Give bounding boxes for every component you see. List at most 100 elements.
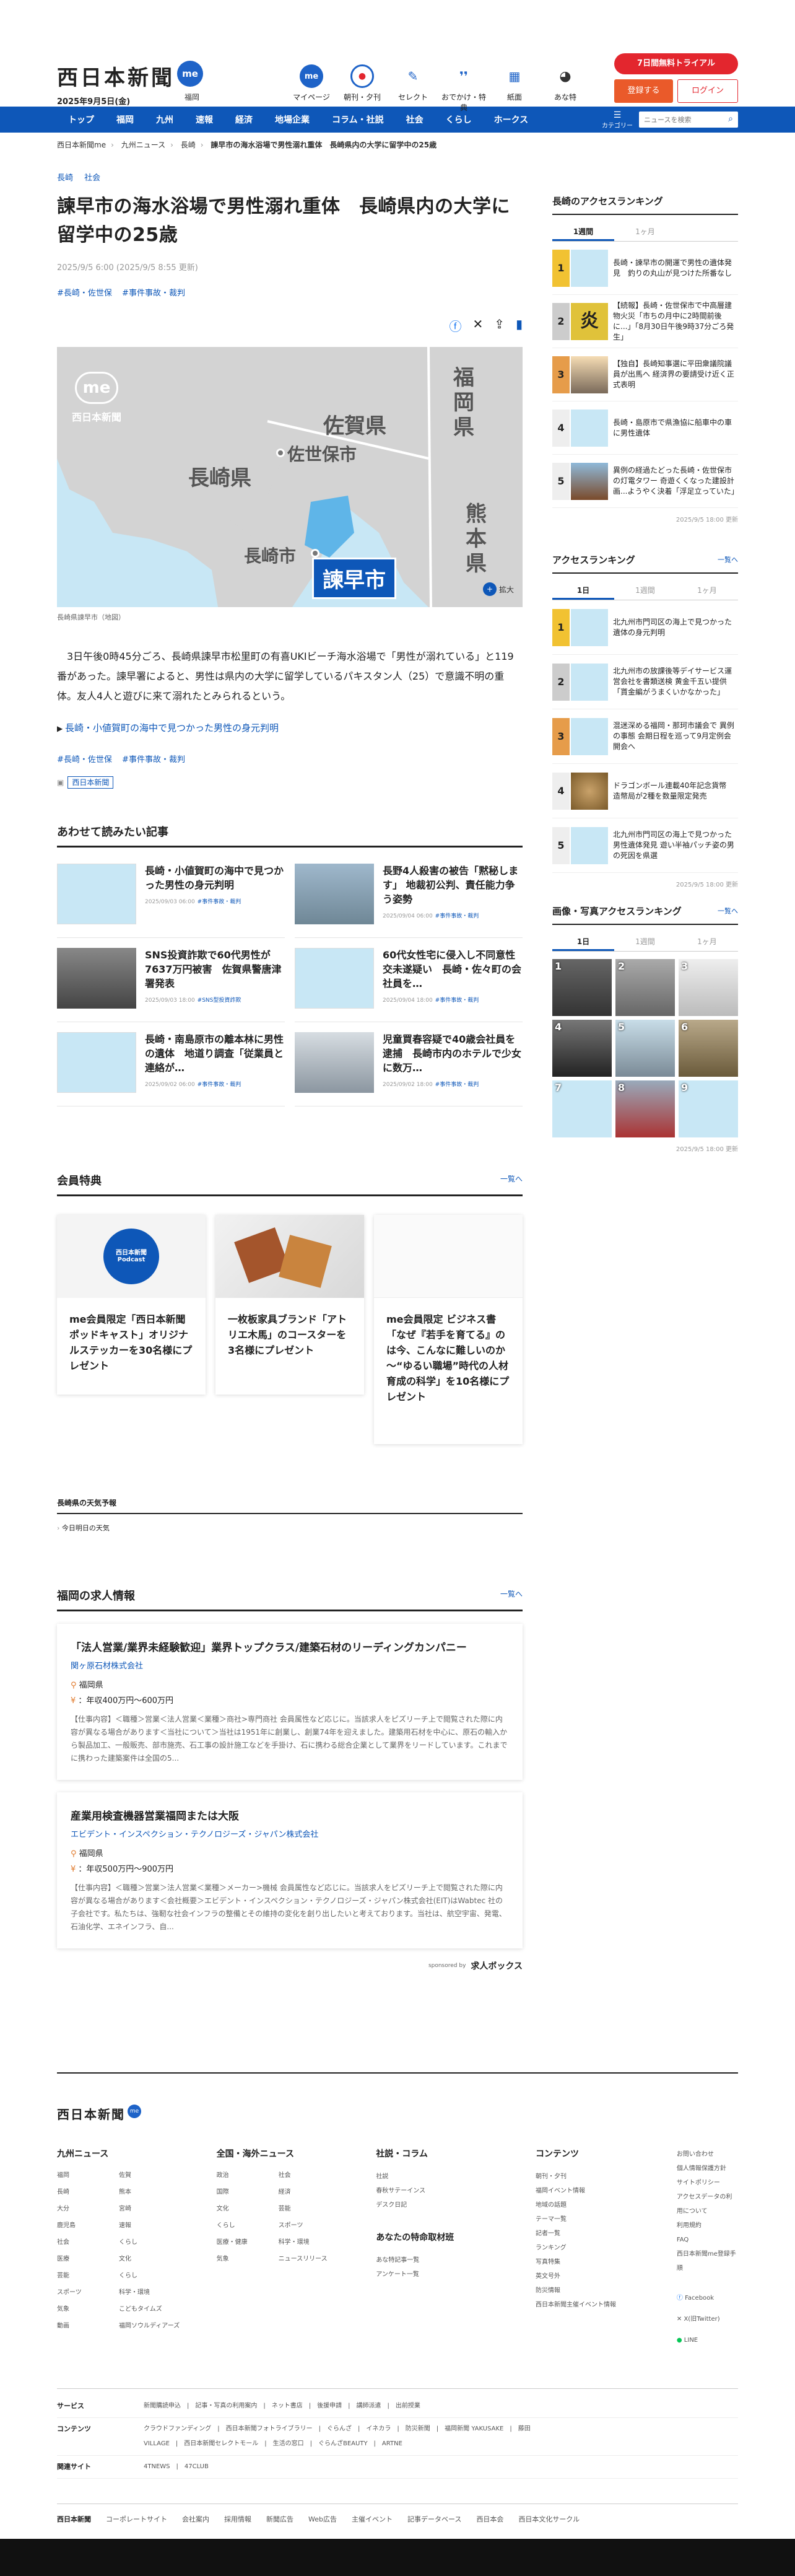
- photo-item[interactable]: 7: [552, 1080, 612, 1137]
- footer-link[interactable]: 医療: [57, 2253, 119, 2263]
- facebook-icon[interactable]: ⓕ: [449, 317, 461, 335]
- tag-link[interactable]: #長崎・佐世保: [57, 289, 112, 298]
- ranking-item[interactable]: 5 異例の経過たどった長崎・佐世保市の灯電タワー 奇遊くくなった建設計画...よう…: [552, 455, 739, 508]
- footer-link[interactable]: 佐賀: [119, 2170, 181, 2179]
- footer-link[interactable]: 宮崎: [119, 2203, 181, 2212]
- footer-link[interactable]: 写真特集: [536, 2255, 677, 2269]
- footer-link[interactable]: 文化: [119, 2253, 181, 2263]
- footer-link[interactable]: 英文号外: [536, 2269, 677, 2284]
- footer-link[interactable]: デスク日記: [376, 2198, 536, 2212]
- footer-bottom-link[interactable]: Web広告: [308, 2514, 337, 2524]
- breadcrumb-item[interactable]: 九州ニュース: [121, 141, 165, 149]
- job-card[interactable]: 「法人営業/業界未経験歓迎」業界トップクラス/建築石材のリーディングカンパニー …: [57, 1624, 523, 1780]
- footer-link[interactable]: 速報: [119, 2220, 181, 2229]
- footer-bottom-logo[interactable]: 西日本新聞: [57, 2514, 91, 2524]
- footer-link[interactable]: くらし: [217, 2220, 279, 2229]
- x-link[interactable]: ✕ X(旧Twitter): [677, 2309, 738, 2330]
- service-row-links[interactable]: 新聞購読申込 | 記事・写真の利用案内 | ネット書店 | 後援申請 | 講師派…: [144, 2399, 453, 2414]
- footer-bottom-link[interactable]: 記事データベース: [407, 2514, 461, 2524]
- footer-link[interactable]: 動画: [57, 2320, 119, 2329]
- nav-item-kyushu[interactable]: 九州: [145, 113, 185, 126]
- benefits-more-link[interactable]: 一覧へ: [500, 1173, 523, 1184]
- footer-link[interactable]: 科学・環境: [279, 2236, 341, 2246]
- footer-link[interactable]: 気象: [57, 2303, 119, 2313]
- footer-link[interactable]: 福岡イベント情報: [536, 2184, 677, 2198]
- footer-link[interactable]: テーマ一覧: [536, 2212, 677, 2227]
- breadcrumb-item[interactable]: 西日本新聞me: [57, 141, 106, 149]
- tab-1month[interactable]: 1ヶ月: [614, 222, 676, 241]
- bottom-banner[interactable]: [0, 2539, 795, 2576]
- footer-link[interactable]: 医療・健康: [217, 2236, 279, 2246]
- footer-link[interactable]: アンケート一覧: [376, 2267, 536, 2282]
- footer-link[interactable]: 文化: [217, 2203, 279, 2212]
- ranking-item[interactable]: 4 長崎・島原市で県漁協に船車中の車に男性遺体: [552, 401, 738, 455]
- select-link[interactable]: ✎ セレクト: [388, 64, 438, 113]
- footer-link[interactable]: 国際: [217, 2186, 279, 2196]
- mypage-link[interactable]: me マイページ: [286, 64, 337, 113]
- footer-link[interactable]: 福岡ソウルディアーズ: [119, 2320, 181, 2329]
- ranking-item[interactable]: 3 混迷深める福岡・那珂市議会で 異例の事態 会期日程を巡って9月定例会開会へ: [552, 709, 738, 764]
- search-icon[interactable]: ⌕: [728, 114, 733, 124]
- tab-1week[interactable]: 1週間: [614, 581, 676, 600]
- ranking-item[interactable]: 4 ドラゴンボール連載40年記念貨幣 造幣局が2種を数量限定発売: [552, 764, 738, 818]
- footer-link[interactable]: 熊本: [119, 2186, 181, 2196]
- tag-link[interactable]: #事件事故・裁判: [122, 755, 185, 764]
- jobs-sponsor[interactable]: sponsored by 求人ボックス: [57, 1960, 523, 1972]
- register-button[interactable]: 登録する: [614, 79, 673, 103]
- footer-link[interactable]: 鹿児島: [57, 2220, 119, 2229]
- nav-item-top[interactable]: トップ: [57, 113, 105, 126]
- photo-item[interactable]: 1: [552, 959, 612, 1016]
- footer-link[interactable]: 経済: [279, 2186, 341, 2196]
- footer-bottom-link[interactable]: 会社案内: [182, 2514, 209, 2524]
- footer-link[interactable]: FAQ: [677, 2233, 738, 2247]
- paper-link[interactable]: ▦ 紙面: [489, 64, 540, 113]
- tab-1week[interactable]: 1週間: [552, 222, 614, 241]
- footer-link[interactable]: 朝刊・夕刊: [536, 2170, 677, 2184]
- footer-link[interactable]: 福岡: [57, 2170, 119, 2179]
- footer-link[interactable]: 社会: [279, 2170, 341, 2179]
- footer-link[interactable]: 科学・環境: [119, 2287, 181, 2296]
- service-row-links[interactable]: 4TNEWS | 47CLUB: [144, 2460, 209, 2474]
- footer-link[interactable]: 記者一覧: [536, 2227, 677, 2241]
- footer-link[interactable]: 西日本新聞me登録手順: [677, 2247, 738, 2276]
- ranking-more-link[interactable]: 一覧へ: [718, 554, 738, 564]
- service-row-links[interactable]: クラウドファンディング | 西日本新聞フォトライブラリー | ぐらんざ | イネ…: [144, 2422, 540, 2451]
- ranking-item[interactable]: 5 北九州市門司区の海上で見つかった男性遺体発見 遊い半袖パッチ姿の男の死因を県選: [552, 818, 738, 873]
- free-trial-button[interactable]: 7日間無料トライアル: [614, 53, 738, 74]
- footer-link[interactable]: ニュースリリース: [279, 2253, 341, 2263]
- footer-link[interactable]: 地域の話題: [536, 2198, 677, 2212]
- related-item[interactable]: 60代女性宅に侵入し不同意性交未遂疑い 長崎・佐々町の会社員を… 2025/09/…: [295, 938, 523, 1022]
- footer-link[interactable]: お問い合わせ: [677, 2147, 738, 2162]
- search-input[interactable]: [639, 112, 738, 128]
- footer-logo[interactable]: 西日本新聞 me: [57, 2105, 738, 2123]
- related-item[interactable]: 長崎・小値賀町の海中で見つかった男性の身元判明 2025/09/03 06:00 #…: [57, 854, 285, 938]
- footer-link[interactable]: 西日本新聞主催イベント情報: [536, 2298, 677, 2312]
- nav-item-hawks[interactable]: ホークス: [483, 113, 540, 126]
- footer-link[interactable]: 利用規約: [677, 2219, 738, 2233]
- tab-1day[interactable]: 1日: [552, 932, 614, 951]
- site-logo[interactable]: 西日本新聞 me 2025年9月5日(金): [57, 61, 203, 107]
- related-item[interactable]: 児童買春容疑で40歳会社員を逮捕 長崎市内のホテルで少女に数万… 2025/09/…: [295, 1022, 523, 1106]
- footer-link[interactable]: 芸能: [57, 2270, 119, 2279]
- facebook-link[interactable]: ⓕ Facebook: [677, 2288, 738, 2309]
- footer-link[interactable]: あな特記事一覧: [376, 2253, 536, 2267]
- benefit-card[interactable]: me会員限定 ビジネス書「なぜ『若手を育てる』のは今、こんなに難しいのか ～“ゆ…: [374, 1215, 523, 1444]
- tab-1week[interactable]: 1週間: [614, 932, 676, 951]
- ranking-item[interactable]: 2 北九州市の放課後等デイサービス運営会社を書類送検 黄金千五い提供「貰金編がうま…: [552, 655, 738, 709]
- article-map-image[interactable]: me 西日本新聞 福岡県 佐賀県 佐世保市 長崎県 熊本県 長崎市 諫早市 + 拡…: [57, 347, 523, 607]
- footer-bottom-link[interactable]: 採用情報: [224, 2514, 251, 2524]
- footer-bottom-link[interactable]: 西日本文化サークル: [518, 2514, 580, 2524]
- footer-bottom-link[interactable]: コーポレートサイト: [106, 2514, 167, 2524]
- footer-link[interactable]: サイトポリシー: [677, 2176, 738, 2190]
- header-location[interactable]: 福岡: [185, 92, 199, 102]
- footer-bottom-link[interactable]: 西日本会: [476, 2514, 503, 2524]
- footer-link[interactable]: 長崎: [57, 2186, 119, 2196]
- tab-1month[interactable]: 1ヶ月: [676, 581, 738, 600]
- tab-1day[interactable]: 1日: [552, 581, 614, 600]
- nav-item-breaking[interactable]: 速報: [185, 113, 224, 126]
- footer-link[interactable]: 大分: [57, 2203, 119, 2212]
- category-menu-button[interactable]: ☰ カテゴリー: [602, 110, 633, 129]
- reporter-name[interactable]: 西日本新聞: [67, 776, 114, 789]
- footer-link[interactable]: 防災情報: [536, 2284, 677, 2298]
- nav-item-local-business[interactable]: 地場企業: [264, 113, 321, 126]
